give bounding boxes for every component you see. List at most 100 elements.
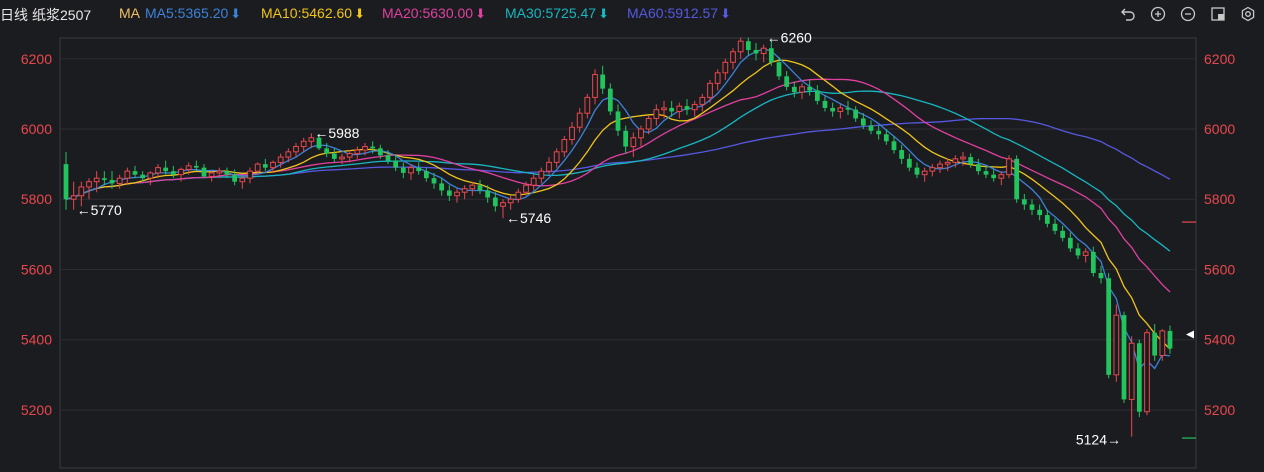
price-annotation: ←5770 (77, 202, 122, 218)
zoom-out-icon[interactable] (1178, 4, 1198, 24)
candle-down (101, 178, 107, 180)
candle-down (768, 48, 774, 63)
candle-up (515, 191, 522, 200)
price-annotation: 5124→ (1076, 432, 1121, 448)
y-tick-label-right: 6000 (1204, 121, 1235, 137)
candle-up (185, 165, 192, 170)
candle-up (699, 96, 706, 105)
candle-up (707, 82, 713, 98)
candle-down (393, 160, 399, 168)
down-arrow-icon: ⬇ (598, 6, 609, 21)
candle-down (845, 107, 851, 110)
down-arrow-icon: ⬇ (354, 6, 365, 21)
candle-up (592, 74, 598, 98)
candle-down (163, 167, 169, 172)
candle-up (944, 161, 951, 165)
candle-down (615, 111, 621, 131)
candle-up (469, 184, 476, 190)
candle-down (1098, 272, 1104, 279)
window-icon[interactable] (1208, 4, 1228, 24)
ma10-line (65, 59, 1171, 350)
candle-up (216, 170, 223, 174)
candle-up (239, 177, 246, 183)
candle-up (247, 170, 253, 179)
y-tick-label-right: 5200 (1204, 402, 1235, 418)
candle-up (553, 151, 560, 163)
candle-down (784, 76, 790, 87)
candle-down (140, 174, 146, 179)
down-arrow-icon: ⬇ (475, 6, 486, 21)
candle-down (477, 185, 483, 191)
y-tick-label-left: 5800 (21, 191, 52, 207)
candle-up (500, 202, 506, 207)
candle-up (454, 191, 460, 197)
candle-up (921, 170, 928, 176)
candle-up (714, 72, 721, 84)
candle-down (607, 88, 613, 112)
candle-down (492, 197, 498, 207)
candle-down (1136, 343, 1142, 412)
ma-label: MA (119, 5, 140, 21)
candle-down (109, 179, 115, 184)
candle-up (730, 51, 736, 63)
candle-up (722, 61, 729, 74)
candle-down (1075, 248, 1081, 256)
candle-up (645, 117, 652, 130)
candle-down (891, 141, 897, 151)
candle-up (998, 174, 1005, 179)
candle-down (485, 190, 491, 198)
candle-down (1152, 332, 1158, 356)
candle-down (1029, 204, 1035, 210)
price-annotation: ←5746 (506, 210, 551, 226)
candle-up (362, 146, 368, 151)
candle-down (669, 107, 675, 112)
candle-down (1044, 215, 1050, 224)
candle-down (170, 171, 176, 175)
candle-up (116, 177, 123, 184)
candle-up (937, 163, 943, 169)
candle-down (132, 171, 138, 175)
candle-down (853, 109, 859, 119)
candle-down (968, 157, 974, 165)
undo-icon[interactable] (1118, 4, 1138, 24)
candle-up (1006, 158, 1012, 176)
candle-down (906, 158, 912, 168)
down-arrow-icon: ⬇ (720, 6, 731, 21)
candle-up (638, 128, 644, 139)
candle-down (1037, 209, 1043, 216)
candle-up (561, 139, 568, 153)
candle-down (868, 125, 874, 131)
ma5-legend: MA5:5365.20 ⬇ (145, 5, 242, 21)
candle-up (93, 177, 100, 183)
candle-down (991, 174, 997, 179)
candle-up (676, 105, 683, 112)
candle-down (232, 174, 238, 182)
candle-up (293, 146, 299, 153)
plot-frame (59, 37, 1197, 469)
settings-icon[interactable] (1238, 4, 1258, 24)
zoom-in-icon[interactable] (1148, 4, 1168, 24)
y-tick-label-right: 5600 (1204, 261, 1235, 277)
candle-down (416, 167, 422, 172)
candle-down (1052, 223, 1058, 231)
candle-down (224, 171, 230, 175)
candle-down (883, 134, 889, 142)
candle-up (178, 168, 184, 176)
candle-up (1159, 330, 1166, 357)
candlestick-chart[interactable]: 5200 5200 5400 5400 5600 5600 5800 5800 6000 6000… (0, 28, 1264, 472)
candle-down (600, 74, 606, 89)
candle-up (760, 47, 767, 54)
chart-header: 日线 纸浆2507 MA MA5:5365.20 ⬇ MA10:5462.60 ⬇ … (0, 0, 1264, 28)
candle-down (331, 153, 337, 159)
symbol-label[interactable]: 纸浆2507 (32, 5, 91, 25)
candle-up (952, 158, 959, 163)
candle-down (439, 183, 445, 191)
candle-down (983, 171, 989, 175)
candle-up (929, 167, 936, 172)
candle-up (277, 156, 284, 163)
candle-down (623, 130, 629, 147)
candle-up (308, 137, 315, 142)
candle-down (899, 150, 905, 159)
period-label[interactable]: 日线 (0, 5, 28, 25)
candle-down (1121, 315, 1127, 400)
